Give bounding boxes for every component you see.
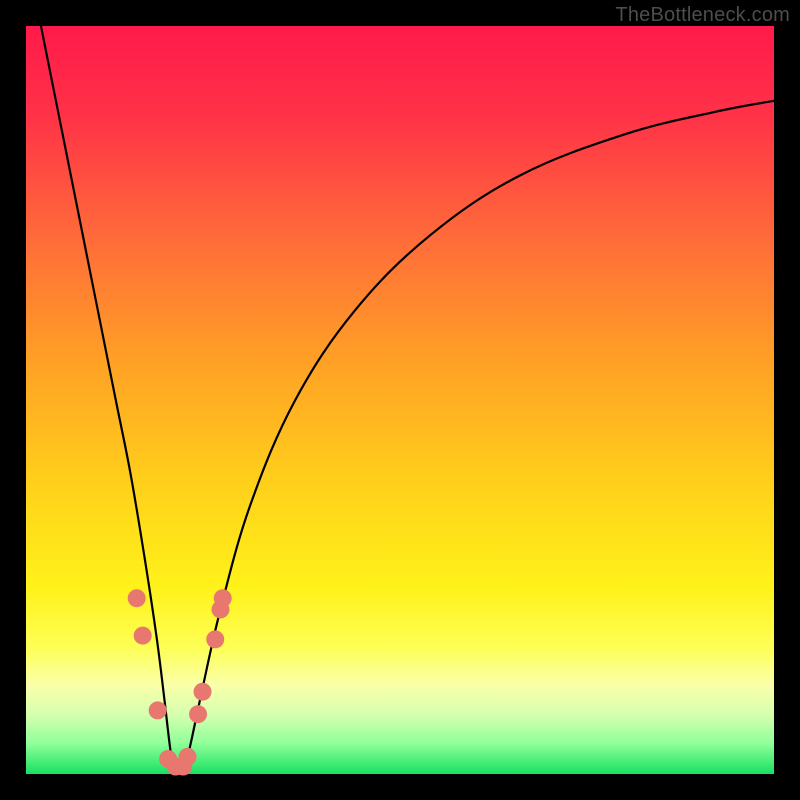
data-marker (179, 748, 197, 766)
watermark-text: TheBottleneck.com (615, 4, 790, 27)
chart-svg (26, 26, 774, 774)
data-marker (194, 683, 212, 701)
data-marker (134, 627, 152, 645)
bottleneck-curve (41, 26, 774, 776)
data-marker (128, 589, 146, 607)
data-marker (206, 630, 224, 648)
data-marker (149, 701, 167, 719)
data-marker (214, 589, 232, 607)
chart-frame: TheBottleneck.com (0, 0, 800, 800)
data-marker (189, 705, 207, 723)
